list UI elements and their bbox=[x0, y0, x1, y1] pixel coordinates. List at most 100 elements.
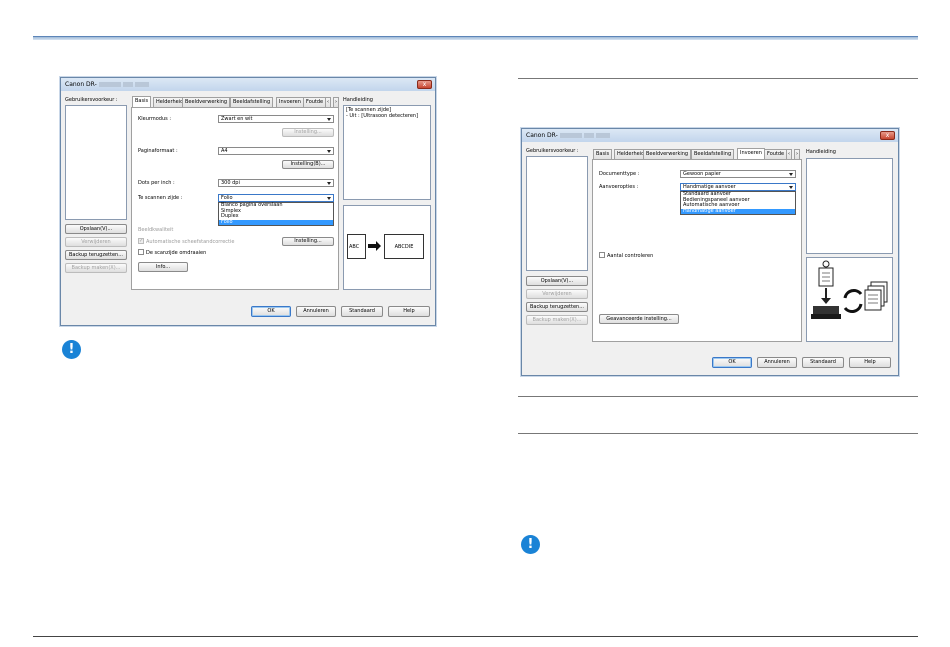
advanced-setting-button[interactable]: Geavanceerde instelling... bbox=[599, 314, 679, 324]
guide-panel bbox=[806, 158, 893, 254]
save-prefs-button[interactable]: Opslaan(V)... bbox=[526, 276, 588, 286]
tab-scroll-right[interactable]: › bbox=[794, 149, 800, 159]
dropdown-arrow-icon bbox=[327, 150, 331, 153]
user-prefs-label: Gebruikersvoorkeur : bbox=[65, 97, 118, 103]
user-prefs-label: Gebruikersvoorkeur : bbox=[526, 148, 579, 154]
tab-basis[interactable]: Basis bbox=[593, 149, 613, 159]
scan-side-label: Te scannen zijde : bbox=[138, 195, 183, 201]
feed-tab-panel: Documenttype : Gewoon papier Aanvoeropti… bbox=[592, 159, 802, 342]
tab-foutdetectie[interactable]: Foutde bbox=[764, 149, 788, 159]
delete-prefs-button[interactable]: Verwijderen bbox=[526, 289, 588, 299]
scan-side-dropdown-list: Blanco pagina overslaan Simplex Duplex F… bbox=[218, 202, 334, 226]
important-note-icon: ! bbox=[62, 340, 81, 359]
guide-text-line: - Uit : [Ultrasoon detecteren] bbox=[346, 113, 419, 119]
guide-panel: [Te scannen zijde] - Uit : [Ultrasoon de… bbox=[343, 105, 431, 200]
settings-tabs: Basis Helderheid Beeldverwerking Beeldaf… bbox=[132, 96, 342, 107]
count-check-checkbox[interactable] bbox=[599, 252, 605, 258]
cancel-button[interactable]: Annuleren bbox=[757, 357, 797, 368]
close-button[interactable]: x bbox=[880, 131, 895, 140]
feed-options-value: Handmatige aanvoer bbox=[683, 184, 736, 190]
feed-options-label: Aanvoeropties : bbox=[599, 184, 639, 190]
tab-beeldafstelling[interactable]: Beeldafstelling bbox=[230, 97, 274, 107]
footer-rule bbox=[33, 636, 918, 637]
default-button[interactable]: Standaard bbox=[341, 306, 383, 317]
make-backup-button[interactable]: Backup maken(X)... bbox=[526, 315, 588, 325]
auto-skew-setting-button[interactable]: Instelling... bbox=[282, 237, 334, 246]
header-bar bbox=[33, 36, 918, 40]
restore-backup-button[interactable]: Backup terugzetten... bbox=[526, 302, 588, 312]
ok-button[interactable]: OK bbox=[251, 306, 291, 317]
window-title-bar: Canon DR- x bbox=[61, 78, 435, 91]
ok-button[interactable]: OK bbox=[712, 357, 752, 368]
help-button[interactable]: Help bbox=[849, 357, 891, 368]
info-button[interactable]: Info... bbox=[138, 262, 188, 272]
user-prefs-list[interactable] bbox=[65, 105, 127, 220]
feed-options-select[interactable]: Handmatige aanvoer bbox=[680, 183, 796, 191]
guide-label: Handleiding bbox=[806, 149, 836, 155]
color-mode-value: Zwart en wit bbox=[221, 116, 253, 122]
basic-tab-panel: Kleurmodus : Zwart en wit Instelling... … bbox=[131, 107, 339, 290]
feed-options-dropdown-list: Standaard aanvoer Bedieningspaneel aanvo… bbox=[680, 191, 796, 215]
guide-label: Handleiding bbox=[343, 97, 373, 103]
dropdown-arrow-icon bbox=[327, 197, 331, 200]
manual-feed-illustration bbox=[811, 260, 888, 319]
settings-tabs: Basis Helderheid Beeldverwerking Beeldaf… bbox=[593, 148, 805, 159]
color-mode-label: Kleurmodus : bbox=[138, 116, 172, 122]
window-title-bar: Canon DR- x bbox=[522, 129, 898, 142]
section-rule bbox=[518, 433, 918, 434]
tab-beeldverwerking[interactable]: Beeldverwerking bbox=[182, 97, 231, 107]
color-mode-select[interactable]: Zwart en wit bbox=[218, 115, 334, 123]
tab-beeldafstelling[interactable]: Beeldafstelling bbox=[691, 149, 735, 159]
section-rule bbox=[518, 396, 918, 397]
window-title: Canon DR- bbox=[65, 81, 97, 88]
page-size-select[interactable]: A4 bbox=[218, 147, 334, 155]
preview-page-right: ABCDIE bbox=[384, 234, 424, 259]
redacted-model bbox=[583, 133, 594, 138]
tab-invoeren[interactable]: Invoeren bbox=[737, 148, 765, 159]
cancel-button[interactable]: Annuleren bbox=[296, 306, 336, 317]
auto-skew-checkbox[interactable]: ✓ bbox=[138, 238, 144, 244]
count-check-label: Aantal controleren bbox=[607, 253, 654, 259]
arrow-head-icon bbox=[376, 241, 381, 251]
preview-panel bbox=[806, 257, 893, 342]
dpi-select[interactable]: 300 dpi bbox=[218, 179, 334, 187]
help-button[interactable]: Help bbox=[388, 306, 430, 317]
tab-invoeren[interactable]: Invoeren bbox=[276, 97, 304, 107]
page-size-label: Paginaformaat : bbox=[138, 148, 178, 154]
dropdown-option-selected[interactable]: Handmatige aanvoer bbox=[681, 208, 795, 214]
restore-backup-button[interactable]: Backup terugzetten... bbox=[65, 250, 127, 260]
user-prefs-list[interactable] bbox=[526, 156, 588, 271]
tab-scroll-right[interactable]: › bbox=[333, 97, 339, 107]
document-stack-icon bbox=[864, 281, 888, 311]
default-button[interactable]: Standaard bbox=[802, 357, 844, 368]
redacted-model bbox=[134, 82, 149, 87]
tab-scroll-left[interactable]: ‹ bbox=[786, 149, 792, 159]
color-mode-setting-button[interactable]: Instelling... bbox=[282, 128, 334, 137]
scanner-icon bbox=[811, 260, 841, 319]
page-size-setting-button[interactable]: Instelling(B)... bbox=[282, 160, 334, 169]
scan-side-select[interactable]: Folio bbox=[218, 194, 334, 202]
scanner-settings-window-basic: Canon DR- x Gebruikersvoorkeur : Opslaan… bbox=[60, 77, 436, 326]
save-prefs-button[interactable]: Opslaan(V)... bbox=[65, 224, 127, 234]
tab-beeldverwerking[interactable]: Beeldverwerking bbox=[643, 149, 692, 159]
page-size-value: A4 bbox=[221, 148, 228, 154]
tab-scroll-left[interactable]: ‹ bbox=[325, 97, 331, 107]
redacted-model bbox=[122, 82, 133, 87]
redacted-model bbox=[595, 133, 610, 138]
scan-flip-label: De scanzijde omdraaien bbox=[146, 250, 207, 256]
redacted-model bbox=[559, 133, 582, 138]
tab-foutdetectie[interactable]: Foutde bbox=[303, 97, 327, 107]
scan-side-value: Folio bbox=[221, 195, 233, 201]
delete-prefs-button[interactable]: Verwijderen bbox=[65, 237, 127, 247]
make-backup-button[interactable]: Backup maken(X)... bbox=[65, 263, 127, 273]
doc-type-select[interactable]: Gewoon papier bbox=[680, 170, 796, 178]
auto-skew-label: Automatische scheefstandcorrectie bbox=[146, 239, 235, 245]
dpi-label: Dots per inch : bbox=[138, 180, 175, 186]
tab-basis[interactable]: Basis bbox=[132, 96, 152, 107]
doc-type-label: Documenttype : bbox=[599, 171, 640, 177]
section-rule bbox=[518, 78, 918, 79]
scan-flip-checkbox[interactable] bbox=[138, 249, 144, 255]
doc-type-value: Gewoon papier bbox=[683, 171, 721, 177]
dropdown-option-selected[interactable]: Folio bbox=[219, 219, 333, 225]
close-button[interactable]: x bbox=[417, 80, 432, 89]
